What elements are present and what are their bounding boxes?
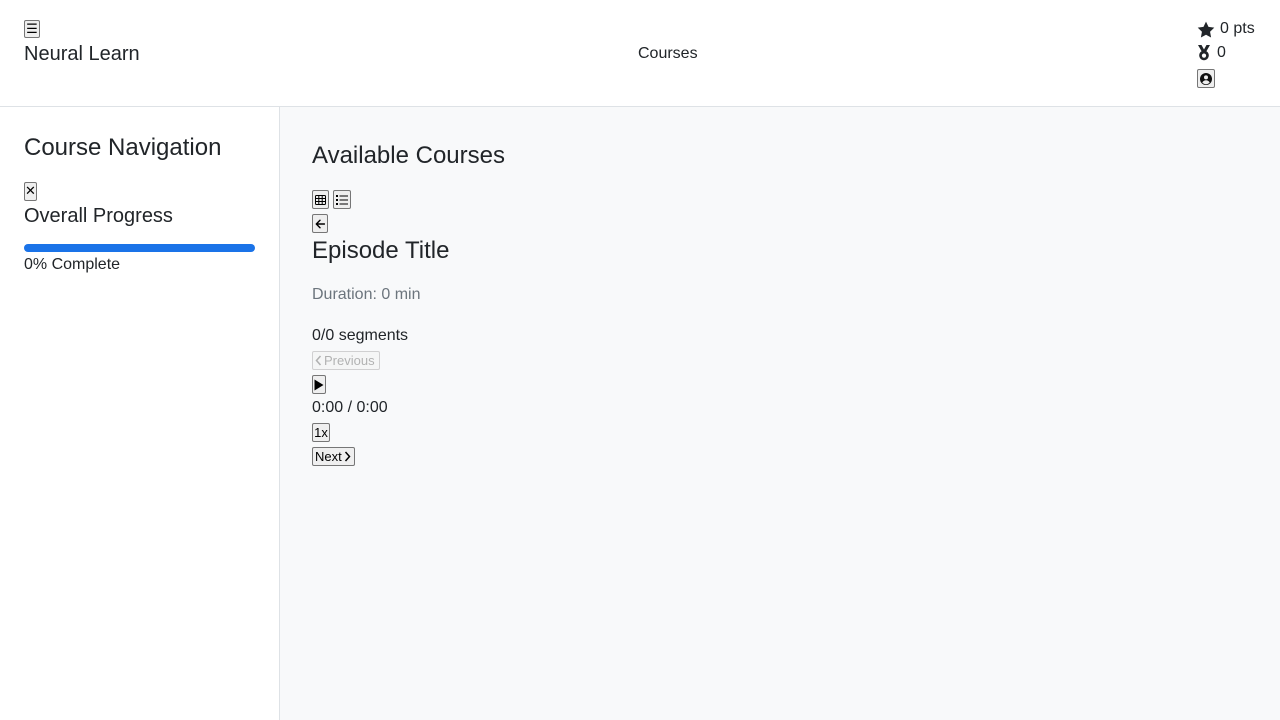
episode-title: Episode Title xyxy=(312,237,450,264)
segments-counter: 0/0 segments xyxy=(312,327,409,344)
brand-name: Neural Learn xyxy=(24,43,140,65)
list-view-button[interactable] xyxy=(333,190,351,209)
overall-progress-title: Overall Progress xyxy=(24,205,173,227)
grid-view-icon xyxy=(315,194,326,205)
profile-button[interactable] xyxy=(1197,69,1215,88)
badges-display: 0 xyxy=(1197,43,1226,63)
previous-label: Previous xyxy=(324,353,375,368)
badges-value: 0 xyxy=(1217,44,1226,61)
episode-duration: Duration: 0 min xyxy=(312,286,421,303)
chevron-right-icon xyxy=(344,451,351,462)
grid-view-button[interactable] xyxy=(312,190,329,209)
progress-label: 0% Complete xyxy=(24,256,121,273)
close-sidebar-button[interactable]: ✕ xyxy=(24,182,37,201)
playback-speed-button[interactable]: 1x xyxy=(312,423,330,442)
course-navigation-sidebar: Course Navigation ✕ Overall Progress 0% … xyxy=(0,107,280,720)
previous-button[interactable]: Previous xyxy=(312,351,380,370)
list-view-icon xyxy=(336,194,348,205)
top-header: ☰ Neural Learn Courses 0 pts 0 xyxy=(0,0,1280,107)
back-button[interactable] xyxy=(312,214,328,233)
points-display: 0 pts xyxy=(1197,19,1255,39)
playback-time: 0:00 / 0:00 xyxy=(312,399,388,416)
close-icon: ✕ xyxy=(25,183,36,199)
next-button[interactable]: Next xyxy=(312,447,355,466)
user-circle-icon xyxy=(1200,72,1212,85)
progress-bar xyxy=(24,244,255,252)
points-value: 0 pts xyxy=(1220,20,1255,37)
play-icon xyxy=(314,379,324,390)
play-button[interactable] xyxy=(312,375,326,394)
nav-link-courses[interactable]: Courses xyxy=(638,44,698,63)
next-label: Next xyxy=(315,449,342,464)
main-content: Available Courses Episode Title Duration… xyxy=(280,107,1280,720)
sidebar-title: Course Navigation xyxy=(24,134,222,161)
arrow-left-icon xyxy=(315,219,325,228)
page-title: Available Courses xyxy=(312,142,505,169)
medal-icon xyxy=(1198,45,1210,61)
star-icon xyxy=(1197,21,1215,37)
menu-button[interactable]: ☰ xyxy=(24,20,40,38)
hamburger-menu-icon: ☰ xyxy=(26,21,38,37)
chevron-left-icon xyxy=(315,355,322,366)
